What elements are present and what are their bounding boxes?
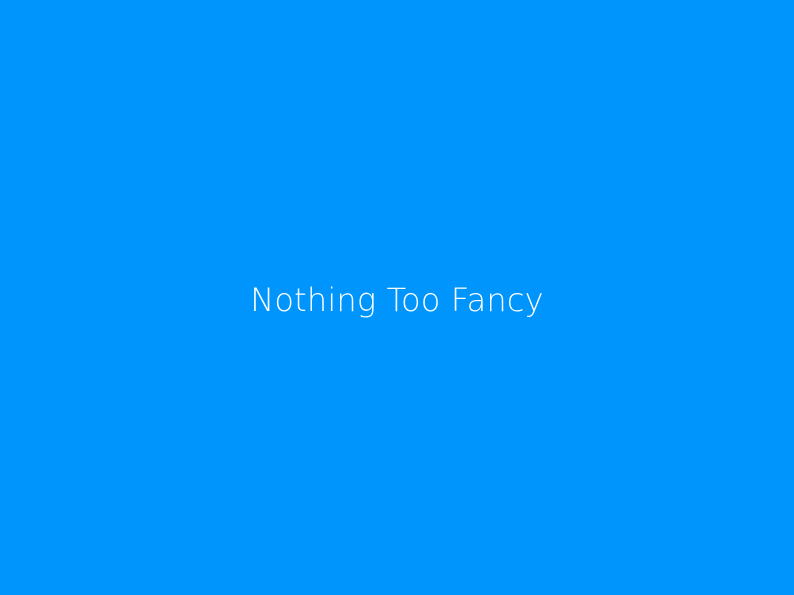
slide-canvas: Nothing Too Fancy <box>0 0 794 595</box>
slide-title: Nothing Too Fancy <box>250 280 544 319</box>
